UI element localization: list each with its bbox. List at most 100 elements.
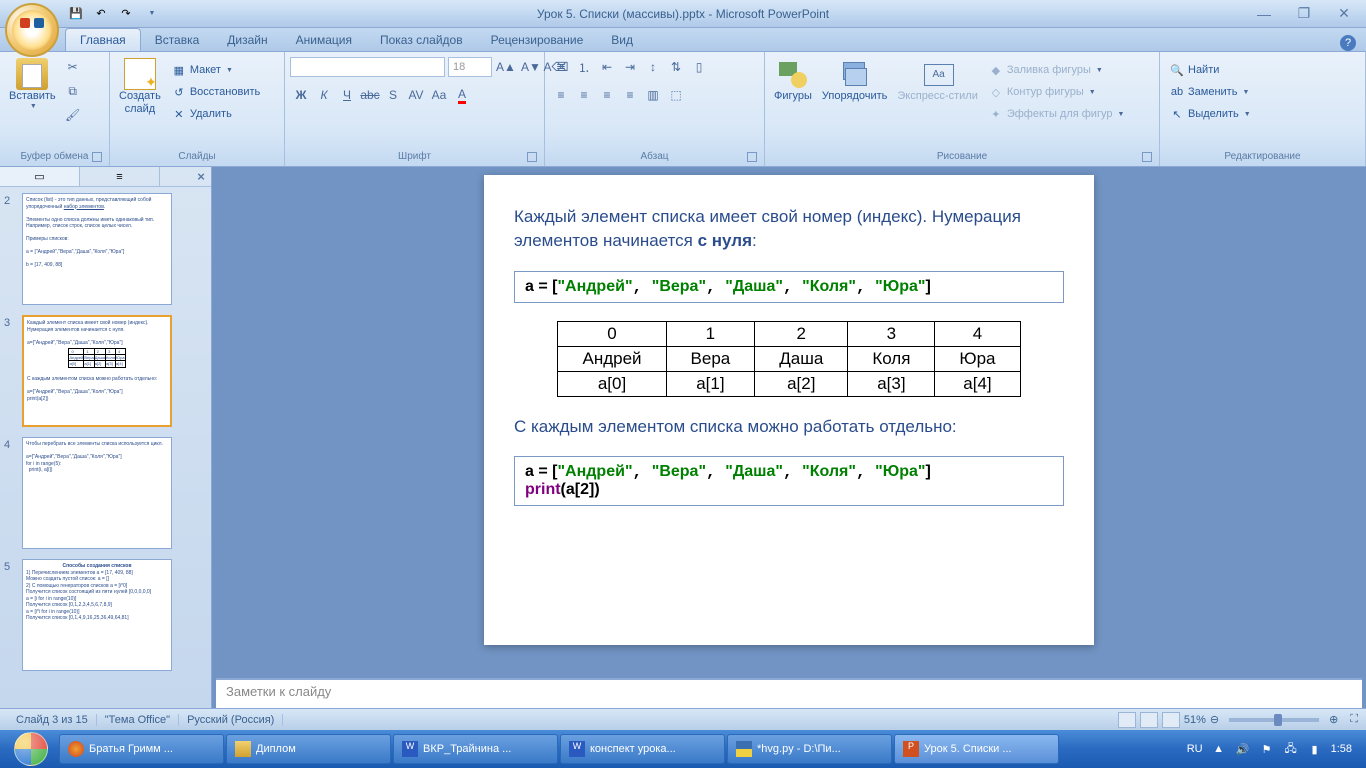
normal-view-button[interactable] [1118, 712, 1136, 728]
close-button[interactable]: ✕ [1330, 5, 1358, 23]
dialog-launcher[interactable] [747, 152, 757, 162]
strike-button[interactable]: abc [359, 84, 381, 106]
tab-home[interactable]: Главная [65, 28, 141, 51]
tray-lang[interactable]: RU [1187, 743, 1203, 755]
flag-icon[interactable]: ⚑ [1259, 741, 1275, 757]
office-button[interactable] [5, 3, 59, 57]
shadow-button[interactable]: S [382, 84, 404, 106]
tab-insert[interactable]: Вставка [141, 29, 214, 51]
line-spacing-button[interactable]: ↕ [642, 56, 664, 78]
fit-window-button[interactable]: ⛶ [1350, 713, 1358, 726]
task-firefox[interactable]: Братья Гримм ... [59, 734, 224, 764]
status-language[interactable]: Русский (Россия) [179, 714, 283, 726]
bold-button[interactable]: Ж [290, 84, 312, 106]
slideshow-view-button[interactable] [1162, 712, 1180, 728]
redo-button[interactable]: ↷ [115, 3, 137, 25]
cut-button[interactable]: ✂ [62, 56, 84, 78]
align-text-button[interactable]: ▯ [688, 56, 710, 78]
help-button[interactable]: ? [1340, 35, 1356, 51]
thumbnails[interactable]: 2 Список (list) - это тип данных, предст… [0, 187, 211, 708]
align-right-button[interactable]: ≡ [596, 84, 618, 106]
font-color-button[interactable]: A [451, 84, 473, 106]
slide-thumb-5[interactable]: Способы создания списков 1) Перечисление… [22, 559, 172, 671]
text-direction-button[interactable]: ⇅ [665, 56, 687, 78]
slide-thumb-4[interactable]: Чтобы перебрать все элементы списка испо… [22, 437, 172, 549]
indent-dec-button[interactable]: ⇤ [596, 56, 618, 78]
smartart-button[interactable]: ⬚ [665, 84, 687, 106]
sorter-view-button[interactable] [1140, 712, 1158, 728]
minimize-button[interactable]: — [1250, 5, 1278, 23]
thumb-row[interactable]: 2 Список (list) - это тип данных, предст… [4, 193, 207, 305]
task-word-2[interactable]: Wконспект урока... [560, 734, 725, 764]
network-icon[interactable]: 🖧 [1283, 741, 1299, 757]
bullets-button[interactable]: ≣ [550, 56, 572, 78]
shape-effects-button[interactable]: ✦Эффекты для фигур▼ [984, 104, 1129, 124]
dialog-launcher[interactable] [92, 152, 102, 162]
shapes-button[interactable]: Фигуры [770, 56, 816, 105]
thumb-row[interactable]: 3 Каждый элемент списка имеет свой номер… [4, 315, 207, 427]
tab-animation[interactable]: Анимация [282, 29, 366, 51]
shape-outline-button[interactable]: ◇Контур фигуры▼ [984, 82, 1129, 102]
copy-button[interactable]: ⧉ [62, 80, 84, 102]
dialog-launcher[interactable] [1142, 152, 1152, 162]
arrange-button[interactable]: Упорядочить [818, 56, 891, 105]
thumb-row[interactable]: 5 Способы создания списков 1) Перечислен… [4, 559, 207, 671]
shrink-font-button[interactable]: A▼ [520, 56, 542, 78]
underline-button[interactable]: Ч [336, 84, 358, 106]
indent-inc-button[interactable]: ⇥ [619, 56, 641, 78]
justify-button[interactable]: ≡ [619, 84, 641, 106]
zoom-out-button[interactable]: ⊖ [1210, 713, 1219, 726]
zoom-slider[interactable] [1229, 718, 1319, 722]
slide-thumb-2[interactable]: Список (list) - это тип данных, представ… [22, 193, 172, 305]
format-painter-button[interactable]: 🖌 [62, 104, 84, 126]
align-center-button[interactable]: ≡ [573, 84, 595, 106]
folder-icon [235, 741, 251, 757]
thumb-row[interactable]: 4 Чтобы перебрать все элементы списка ис… [4, 437, 207, 549]
start-button[interactable] [4, 730, 58, 768]
panel-close[interactable]: × [191, 167, 211, 186]
tray-clock[interactable]: 1:58 [1331, 743, 1352, 755]
new-slide-button[interactable]: Создать слайд [115, 56, 165, 118]
tab-design[interactable]: Дизайн [213, 29, 281, 51]
grow-font-button[interactable]: A▲ [495, 56, 517, 78]
reset-button[interactable]: ↺Восстановить [167, 82, 264, 102]
restore-button[interactable]: ❐ [1290, 5, 1318, 23]
tab-view[interactable]: Вид [597, 29, 647, 51]
numbering-button[interactable]: ⒈ [573, 56, 595, 78]
find-button[interactable]: 🔍Найти [1165, 60, 1255, 80]
paste-button[interactable]: Вставить ▼ [5, 56, 60, 112]
tray-up-icon[interactable]: ▲ [1211, 741, 1227, 757]
notes-pane[interactable]: Заметки к слайду [216, 678, 1362, 708]
battery-icon[interactable]: ▮ [1307, 741, 1323, 757]
tab-slideshow[interactable]: Показ слайдов [366, 29, 477, 51]
font-family-combo[interactable] [290, 57, 445, 77]
select-button[interactable]: ↖Выделить▼ [1165, 104, 1255, 124]
outline-tab[interactable]: ≡ [80, 167, 160, 186]
task-powerpoint[interactable]: PУрок 5. Списки ... [894, 734, 1059, 764]
slide-thumb-3[interactable]: Каждый элемент списка имеет свой номер (… [22, 315, 172, 427]
char-spacing-button[interactable]: AV [405, 84, 427, 106]
volume-icon[interactable]: 🔊 [1235, 741, 1251, 757]
zoom-in-button[interactable]: ⊕ [1329, 713, 1338, 726]
current-slide[interactable]: Каждый элемент списка имеет свой номер (… [484, 175, 1094, 645]
replace-button[interactable]: abЗаменить▼ [1165, 82, 1255, 102]
undo-button[interactable]: ↶ [90, 3, 112, 25]
shape-fill-button[interactable]: ◆Заливка фигуры▼ [984, 60, 1129, 80]
italic-button[interactable]: К [313, 84, 335, 106]
task-word-1[interactable]: WВКР_Трайнина ... [393, 734, 558, 764]
slides-tab[interactable]: ▭ [0, 167, 80, 186]
slide-viewport[interactable]: Каждый элемент списка имеет свой номер (… [212, 167, 1366, 678]
qat-customize[interactable]: ▼ [140, 3, 162, 25]
quick-styles-button[interactable]: Экспресс-стили [893, 56, 981, 105]
columns-button[interactable]: ▥ [642, 84, 664, 106]
align-left-button[interactable]: ≡ [550, 84, 572, 106]
tab-review[interactable]: Рецензирование [477, 29, 598, 51]
save-button[interactable]: 💾 [65, 3, 87, 25]
dialog-launcher[interactable] [527, 152, 537, 162]
layout-button[interactable]: ▦Макет▼ [167, 60, 264, 80]
task-explorer[interactable]: Диплом [226, 734, 391, 764]
delete-slide-button[interactable]: ✕Удалить [167, 104, 264, 124]
font-size-combo[interactable] [448, 57, 492, 77]
change-case-button[interactable]: Aa [428, 84, 450, 106]
task-python[interactable]: *hvg.py - D:\Пи... [727, 734, 892, 764]
